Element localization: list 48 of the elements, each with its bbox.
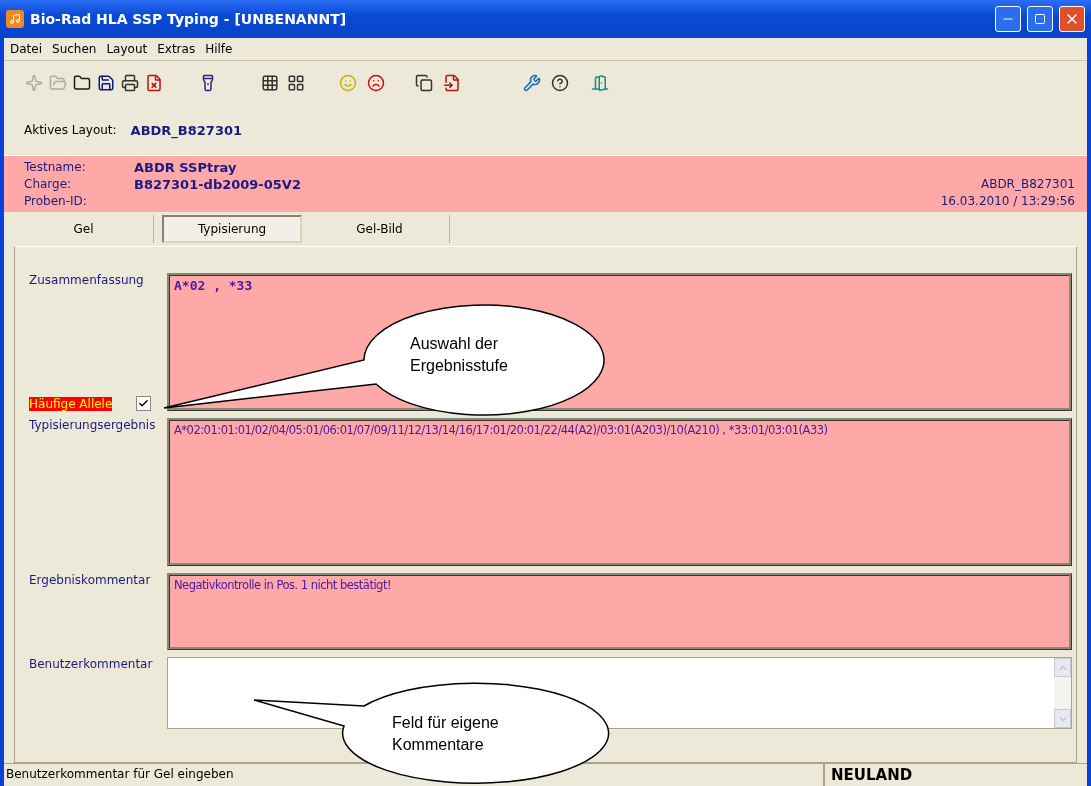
field-label: Zusammenfassung: [29, 273, 145, 287]
header-info: 16.03.2010 / 13:29:56: [940, 194, 1075, 208]
save-icon[interactable]: [96, 73, 116, 93]
callout-text: Auswahl der Ergebnisstufe: [410, 334, 509, 376]
header-label: Charge:: [24, 177, 73, 192]
wrench-icon[interactable]: [522, 73, 542, 93]
menu-item[interactable]: Suchen: [52, 42, 97, 56]
printer-icon[interactable]: [120, 73, 140, 93]
header-value: ABDR SSPtray: [134, 160, 238, 175]
field-label: Typisierungsergebnis: [29, 418, 157, 432]
door-icon[interactable]: [590, 73, 610, 93]
file-x-icon[interactable]: [144, 73, 164, 93]
folder-icon[interactable]: [72, 73, 92, 93]
active-layout-label: Aktives Layout:: [24, 123, 117, 137]
status-text: Benutzerkommentar für Gel eingeben: [5, 766, 235, 783]
copy-icon[interactable]: [414, 73, 434, 93]
minimize-button[interactable]: [995, 6, 1021, 32]
comment-field: Negativkontrolle in Pos. 1 nicht bestätigt!: [167, 573, 1072, 650]
menu-item[interactable]: Datei: [10, 42, 42, 56]
field-label: Benutzerkommentar: [29, 657, 154, 671]
maximize-button[interactable]: [1027, 6, 1053, 32]
tab[interactable]: Typisierung: [162, 215, 302, 243]
menu-item[interactable]: Hilfe: [205, 42, 233, 56]
result-field: A*02:01:01:01/02/04/05:01/06:01/07/09/11/12/13/14/16/17:01/20:01/22/44(A2)/03:01(A203)/10(A210) , *33:01/03:01(A33): [167, 418, 1072, 566]
header-value: B827301-db2009-05V2: [134, 177, 302, 192]
status-mode: NEULAND: [823, 764, 1087, 786]
frown-icon[interactable]: [366, 73, 386, 93]
checkbox[interactable]: [136, 396, 152, 411]
window-title: Bio-Rad HLA SSP Typing - [UNBENANNT]: [30, 11, 348, 27]
close-button[interactable]: [1059, 6, 1085, 32]
header-label: Testname:: [24, 160, 87, 175]
tab[interactable]: Gel-Bild: [310, 215, 450, 243]
checkmark-icon: [138, 398, 150, 409]
tab[interactable]: Gel: [14, 215, 154, 243]
field-label: Ergebniskommentar: [29, 573, 152, 587]
menu-item[interactable]: Layout: [106, 42, 148, 56]
grid-icon[interactable]: [260, 73, 280, 93]
header-label: Proben-ID:: [24, 194, 88, 208]
file-import-icon[interactable]: [442, 73, 462, 93]
app-icon: [6, 10, 24, 28]
maximize-icon: [1034, 13, 1046, 25]
menu-item[interactable]: Extras: [157, 42, 196, 56]
frequent-alleles-label: Häufige Allele: [29, 396, 113, 411]
header-info: ABDR_B827301: [979, 177, 1075, 192]
active-layout-value: ABDR_B827301: [130, 122, 243, 138]
grid-icon[interactable]: [286, 73, 306, 93]
callout-text: Feld für eigene Kommentare: [392, 713, 500, 755]
help-icon[interactable]: [550, 73, 570, 93]
